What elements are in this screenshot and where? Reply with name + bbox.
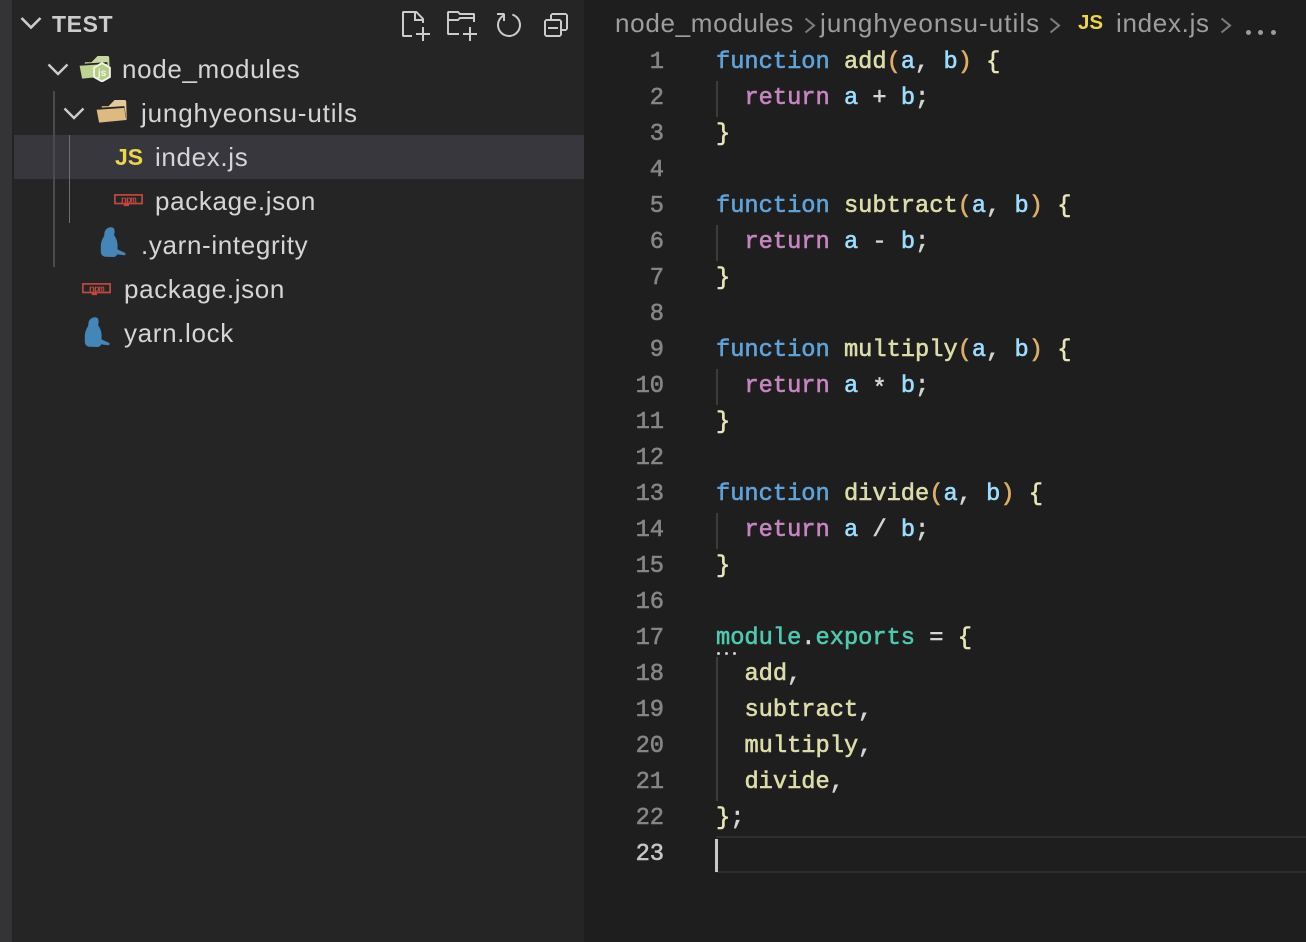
svg-text:npm: npm bbox=[121, 194, 137, 205]
svg-text:npm: npm bbox=[89, 283, 105, 294]
svg-text:js: js bbox=[97, 67, 107, 78]
